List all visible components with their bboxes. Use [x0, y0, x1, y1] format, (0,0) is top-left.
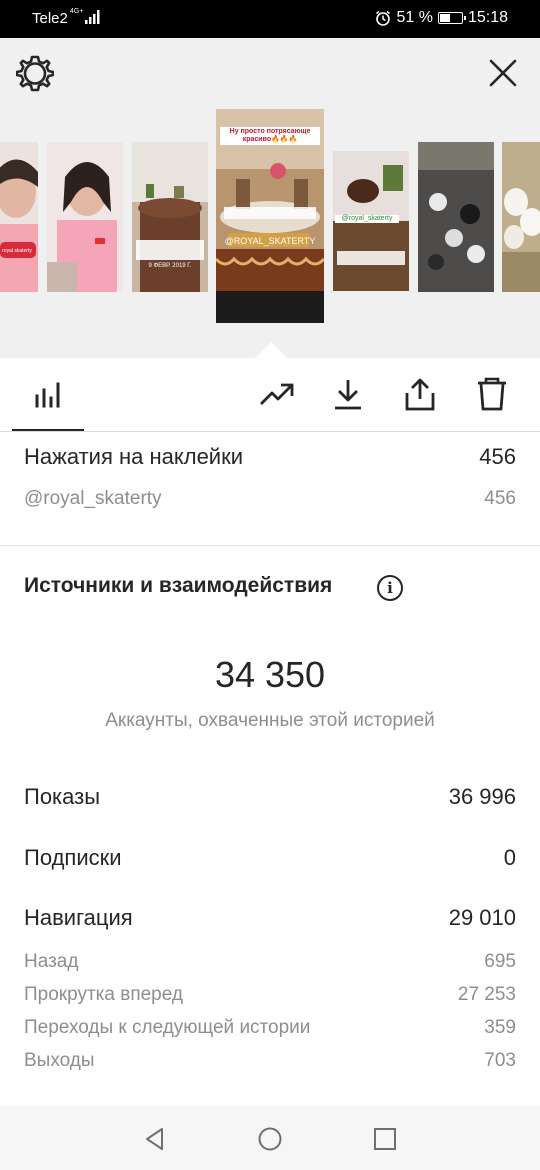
navigation-label: Навигация — [24, 905, 133, 930]
nav-forward-label: Прокрутка вперед — [24, 984, 183, 1005]
follows-row: Подписки 0 — [24, 845, 516, 871]
system-navigation-bar — [0, 1106, 540, 1170]
nav-back-row: Назад 695 — [24, 951, 516, 973]
back-triangle-icon[interactable] — [142, 1126, 168, 1152]
bar-chart-icon[interactable] — [30, 376, 66, 412]
thumb-tag: royal skaterty — [2, 248, 32, 254]
active-tab-indicator — [12, 429, 84, 431]
sticker-taps-label: Нажатия на наклейки — [24, 444, 244, 469]
story-actions-bar — [0, 358, 540, 432]
close-icon[interactable] — [486, 56, 520, 90]
nav-next-story-row: Переходы к следующей истории 359 — [24, 1017, 516, 1039]
story-caption: Ну просто потрясающе красиво🔥🔥🔥 — [220, 127, 320, 145]
nav-next-story-value: 359 — [484, 1017, 516, 1038]
story-mention-sticker: @ROYAL_SKATERTY — [224, 236, 316, 246]
info-icon[interactable]: i — [377, 575, 403, 601]
impressions-value: 36 996 — [448, 784, 516, 809]
nav-back-value: 695 — [484, 951, 516, 972]
thumb-date: 9 ФЕВР. 2019 Г. — [148, 263, 192, 269]
network-type: 4G+ — [69, 8, 84, 15]
sticker-taps-value: 456 — [479, 444, 516, 469]
share-icon[interactable] — [402, 376, 438, 412]
alarm-icon — [376, 10, 391, 26]
trash-icon[interactable] — [474, 376, 510, 412]
section-title: Источники и взаимодействия — [24, 574, 333, 597]
reach-label: Аккаунты, охваченные этой историей — [105, 710, 435, 731]
sticker-taps-row: Нажатия на наклейки 456 — [24, 444, 516, 470]
gear-icon[interactable] — [16, 54, 54, 92]
impressions-row: Показы 36 996 — [24, 784, 516, 810]
story-thumbnail[interactable] — [502, 142, 540, 292]
follows-value: 0 — [503, 845, 516, 870]
home-circle-icon[interactable] — [257, 1126, 283, 1152]
story-mention: @royal_skaterty — [335, 215, 399, 223]
navigation-value: 29 010 — [448, 905, 516, 930]
trending-up-icon[interactable] — [258, 376, 294, 412]
story-thumbnail[interactable]: royal skaterty — [0, 142, 38, 292]
nav-exits-row: Выходы 703 — [24, 1050, 516, 1072]
battery-icon — [437, 12, 466, 24]
impressions-label: Показы — [24, 784, 101, 809]
nav-exits-label: Выходы — [24, 1050, 95, 1071]
nav-next-story-label: Переходы к следующей истории — [24, 1017, 311, 1038]
reach-value: 34 350 — [214, 654, 326, 695]
section-divider — [0, 545, 540, 546]
download-icon[interactable] — [330, 376, 366, 412]
story-thumbnail[interactable]: 9 ФЕВР. 2019 Г. — [132, 142, 208, 292]
status-bar: Tele2 4G+ 51 % 15:18 — [0, 0, 540, 38]
sticker-mention-row[interactable]: @royal_skaterty 456 — [24, 488, 516, 510]
story-thumbnail-selected[interactable]: Ну просто потрясающе красиво🔥🔥🔥 @ROYAL_S… — [216, 109, 324, 323]
story-thumbnail[interactable]: @royal_skaterty — [333, 151, 409, 291]
signal-icon — [85, 10, 100, 24]
sticker-mention-value: 456 — [484, 488, 516, 509]
recents-square-icon[interactable] — [372, 1126, 398, 1152]
selected-story-pointer — [255, 342, 287, 358]
nav-exits-value: 703 — [484, 1050, 516, 1071]
story-thumbnail[interactable] — [418, 142, 494, 292]
story-viewer-header: royal skaterty 9 ФЕВР. 2019 Г. Ну просто… — [0, 38, 540, 358]
nav-forward-row: Прокрутка вперед 27 253 — [24, 984, 516, 1006]
carrier-name: Tele2 — [32, 10, 68, 27]
battery-percent: 51 % — [396, 9, 433, 26]
clock: 15:18 — [467, 9, 508, 26]
nav-forward-value: 27 253 — [457, 984, 516, 1005]
follows-label: Подписки — [24, 845, 122, 870]
sticker-mention-label: @royal_skaterty — [24, 488, 162, 509]
story-thumbnail[interactable] — [47, 142, 123, 292]
nav-back-label: Назад — [24, 951, 79, 972]
navigation-row: Навигация 29 010 — [24, 905, 516, 931]
